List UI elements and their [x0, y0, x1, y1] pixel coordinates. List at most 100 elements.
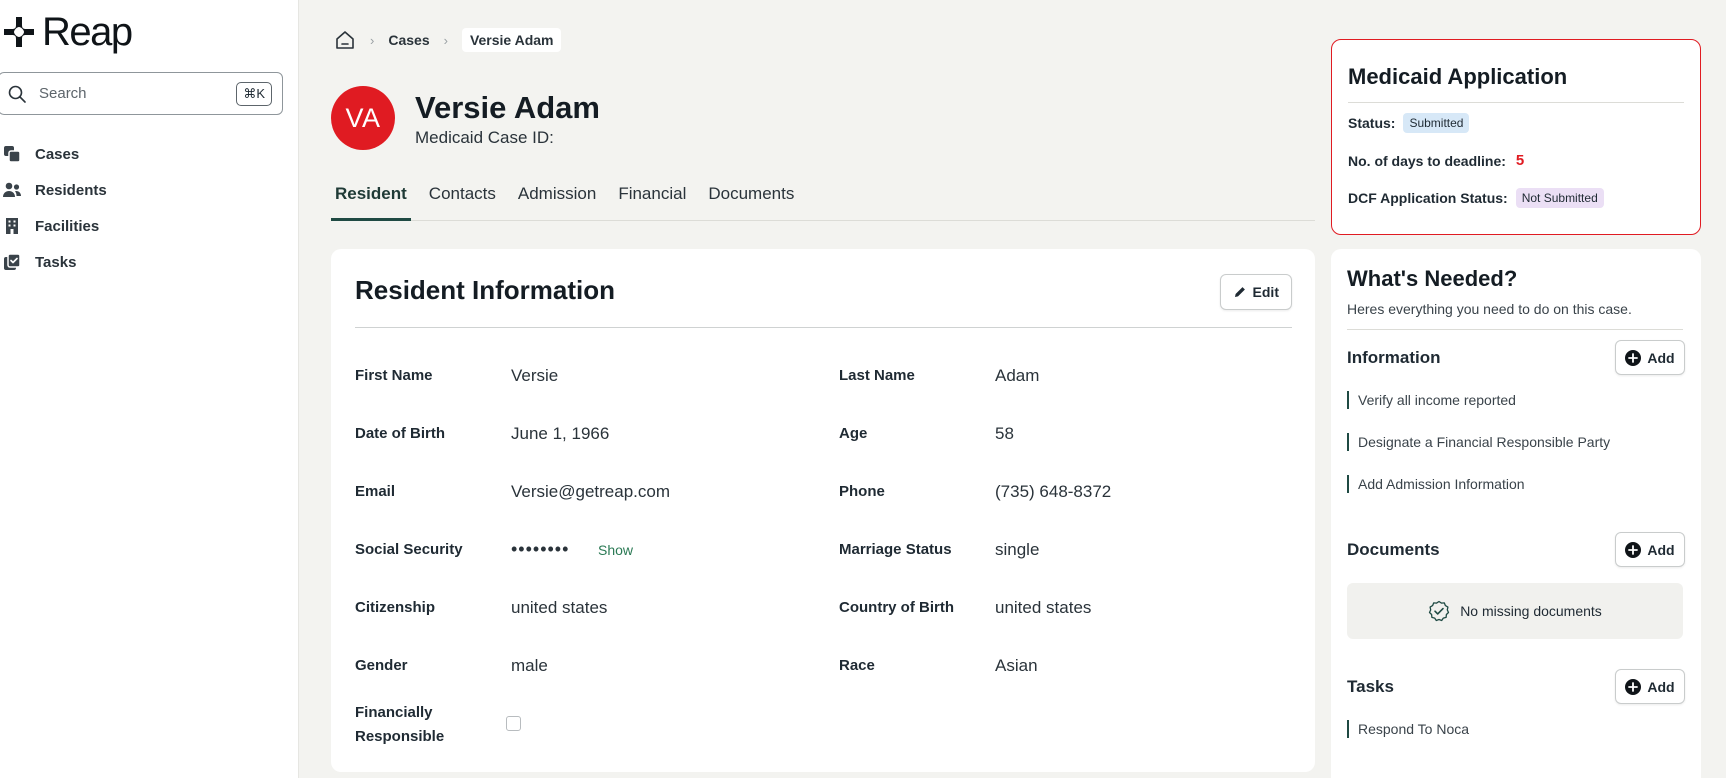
sidebar-nav: Cases Residents Facilities Tasks: [0, 136, 107, 280]
deadline-label: No. of days to deadline:: [1348, 152, 1506, 169]
residents-icon: [3, 182, 21, 197]
dcf-status-row: DCF Application Status: Not Submitted: [1348, 188, 1604, 208]
whats-needed-title: What's Needed?: [1347, 266, 1518, 291]
sidebar: Reap ⌘K Cases Residents: [0, 0, 299, 778]
avatar: VA: [331, 86, 395, 150]
email-value: Versie@getreap.com: [511, 482, 671, 501]
chevron-right-icon: ›: [370, 32, 375, 48]
add-button-label: Add: [1647, 678, 1675, 695]
pencil-icon: [1234, 287, 1245, 297]
phone-label: Phone: [839, 483, 885, 500]
sidebar-item-tasks[interactable]: Tasks: [0, 244, 107, 280]
deadline-days-value: 5: [1515, 152, 1525, 169]
dcf-status-badge: Not Submitted: [1515, 188, 1604, 208]
medicaid-case-id: Medicaid Case ID:: [415, 128, 554, 147]
country-of-birth-value: united states: [995, 598, 1092, 617]
first-name-value: Versie: [511, 366, 559, 385]
add-information-button[interactable]: Add: [1615, 340, 1685, 375]
age-label: Age: [839, 425, 868, 442]
divider: [1347, 329, 1683, 330]
ssn-label: Social Security: [355, 541, 463, 558]
country-of-birth-label: Country of Birth: [839, 599, 954, 616]
last-name-label: Last Name: [839, 367, 915, 384]
section-title: Resident Information: [355, 275, 616, 305]
search-box[interactable]: ⌘K: [0, 72, 283, 115]
marriage-status-label: Marriage Status: [839, 541, 952, 558]
status-badge: Submitted: [1403, 113, 1470, 133]
medicaid-application-title: Medicaid Application: [1348, 64, 1568, 89]
check-badge-icon: [1429, 600, 1450, 622]
sidebar-item-facilities[interactable]: Facilities: [0, 208, 107, 244]
citizenship-label: Citizenship: [355, 599, 436, 616]
brand-logo[interactable]: Reap: [2, 10, 133, 54]
citizenship-value: united states: [511, 598, 608, 617]
add-button-label: Add: [1647, 349, 1675, 366]
financially-responsible-label-line2: Responsible: [355, 728, 445, 745]
no-missing-documents-text: No missing documents: [1460, 603, 1602, 619]
list-item[interactable]: Add Admission Information: [1347, 475, 1525, 493]
list-item[interactable]: Respond To Noca: [1347, 720, 1469, 738]
no-missing-documents-notice: No missing documents: [1347, 583, 1683, 639]
tab-resident[interactable]: Resident: [331, 176, 411, 221]
divider: [355, 327, 1292, 328]
plus-circle-icon: [1625, 541, 1642, 558]
race-label: Race: [839, 657, 875, 674]
edit-button[interactable]: Edit: [1219, 274, 1292, 310]
sidebar-item-label: Tasks: [35, 253, 77, 271]
cases-icon: [4, 146, 21, 163]
list-item[interactable]: Verify all income reported: [1347, 391, 1516, 409]
sidebar-item-label: Residents: [35, 181, 107, 199]
add-button-label: Add: [1647, 541, 1675, 558]
reap-logo-icon: [4, 17, 34, 47]
dob-value: June 1, 1966: [511, 424, 610, 443]
dob-label: Date of Birth: [355, 425, 445, 442]
sidebar-item-label: Facilities: [35, 217, 100, 235]
whats-needed-card: What's Needed? Heres everything you need…: [1331, 249, 1701, 778]
deadline-row: No. of days to deadline: 5: [1348, 152, 1524, 169]
plus-circle-icon: [1625, 349, 1642, 366]
application-status-row: Status: Submitted: [1348, 113, 1470, 133]
breadcrumb-current: Versie Adam: [461, 28, 562, 52]
tasks-section-title: Tasks: [1347, 677, 1394, 696]
medicaid-application-card: Medicaid Application Status: Submitted N…: [1331, 39, 1701, 235]
home-icon[interactable]: [334, 29, 356, 51]
list-item[interactable]: Designate a Financial Responsible Party: [1347, 433, 1610, 451]
information-section-title: Information: [1347, 348, 1441, 367]
race-value: Asian: [995, 656, 1038, 675]
tasks-icon: [4, 253, 21, 270]
ssn-show-toggle[interactable]: Show: [598, 542, 633, 558]
breadcrumb-cases-link[interactable]: Cases: [388, 32, 429, 48]
sidebar-item-label: Cases: [35, 145, 80, 163]
first-name-label: First Name: [355, 367, 433, 384]
add-document-button[interactable]: Add: [1615, 532, 1685, 567]
financially-responsible-label-line1: Financially: [355, 704, 433, 721]
tab-bar: Resident Contacts Admission Financial Do…: [331, 176, 1315, 221]
search-icon: [8, 85, 26, 103]
email-label: Email: [355, 483, 396, 500]
search-shortcut-badge: ⌘K: [236, 82, 272, 106]
edit-button-label: Edit: [1252, 284, 1279, 300]
resident-information-card: Resident Information Edit First Name Ver…: [331, 249, 1315, 772]
dcf-status-label: DCF Application Status:: [1348, 190, 1508, 206]
last-name-value: Adam: [995, 366, 1040, 385]
plus-circle-icon: [1625, 678, 1642, 695]
chevron-right-icon: ›: [443, 32, 448, 48]
tab-admission[interactable]: Admission: [514, 176, 600, 221]
page-title: Versie Adam: [415, 90, 600, 125]
status-label: Status:: [1348, 115, 1396, 131]
sidebar-item-cases[interactable]: Cases: [0, 136, 107, 172]
add-task-button[interactable]: Add: [1615, 669, 1685, 704]
documents-section-title: Documents: [1347, 540, 1440, 559]
ssn-masked-value: ••••••••: [511, 539, 570, 559]
sidebar-item-residents[interactable]: Residents: [0, 172, 107, 208]
gender-value: male: [511, 656, 548, 675]
marriage-status-value: single: [995, 540, 1040, 559]
search-input[interactable]: [39, 85, 229, 102]
financially-responsible-checkbox[interactable]: [506, 716, 521, 731]
brand-name: Reap: [42, 10, 133, 54]
divider: [1348, 102, 1684, 103]
tab-financial[interactable]: Financial: [614, 176, 690, 221]
tab-documents[interactable]: Documents: [704, 176, 798, 221]
tab-contacts[interactable]: Contacts: [425, 176, 500, 221]
whats-needed-subtitle: Heres everything you need to do on this …: [1347, 301, 1632, 317]
